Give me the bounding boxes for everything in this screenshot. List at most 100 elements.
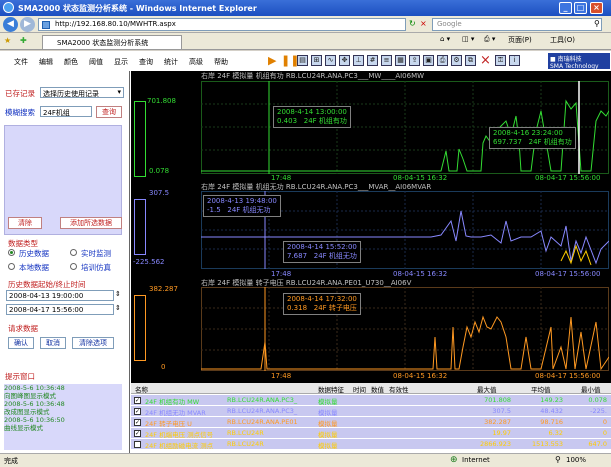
log-line: 向图峰图显示模式 [4, 392, 56, 400]
chart1-ymax: 701.808 [147, 97, 176, 105]
row-avg: 149.23 [540, 396, 563, 404]
col-min: 最小值 [581, 386, 601, 394]
add-favorite-icon[interactable]: ✚ [20, 36, 27, 45]
radio-history-label: 历史数据 [19, 249, 49, 258]
row-checkbox[interactable]: ✓ [134, 408, 141, 415]
tooltip-time: 2008-4-14 13:00:00 [277, 108, 347, 116]
tooltip-time: 2008-4-16 23:24:00 [493, 129, 563, 137]
settings-icon[interactable]: ⚙ [451, 55, 462, 66]
forward-button[interactable]: ▶ [20, 17, 35, 32]
row-checkbox[interactable]: ✓ [134, 419, 141, 426]
start-time-input[interactable]: 2008-04-13 19:00:00 [6, 290, 114, 301]
export-icon[interactable]: ⇪ [409, 55, 420, 66]
table-header: 名称 数据特征 时间 数值 有效性 最大值 平均值 最小值 [131, 383, 611, 394]
col-value: 数值 [371, 386, 384, 394]
minimize-button[interactable]: _ [559, 2, 572, 14]
menu-display[interactable]: 显示 [114, 57, 128, 67]
table-icon[interactable]: ▦ [395, 55, 406, 66]
radio-realtime[interactable] [70, 249, 77, 256]
back-button[interactable]: ◀ [3, 17, 18, 32]
copy-icon[interactable]: ⧉ [465, 55, 476, 66]
row-avg: 98.716 [540, 418, 563, 426]
menu-color[interactable]: 颜色 [64, 57, 78, 67]
radio-train[interactable] [70, 263, 77, 270]
row-avg: 1513.553 [531, 440, 563, 448]
chart3-tooltip-1: 2008-4-14 17:32:00 0.318 24F 转子电压 [283, 293, 361, 315]
fuzzy-search-label: 模糊搜索 [5, 108, 35, 117]
measure-icon[interactable]: ⊥ [353, 55, 364, 66]
tooltip-name: 24F 机组无功 [227, 206, 271, 214]
tab-active[interactable]: SMA2000 状态监测分析系统 [42, 35, 182, 49]
play-icon[interactable]: ▶ [268, 54, 276, 67]
address-bar-row: ◀ ▶ http://192.168.80.10/MWHTR.aspx ↻ × … [0, 16, 611, 33]
table-row[interactable]: ✓ 24F 机组无功 MVAR RB.LCU24R.ANA.PC3_ 模拟量 307.5… [131, 406, 611, 417]
end-time-input[interactable]: 2008-04-17 15:56:00 [6, 304, 114, 315]
cursor-icon[interactable]: ✥ [339, 55, 350, 66]
row-min: 0 [602, 418, 607, 426]
menu-file[interactable]: 文件 [14, 57, 28, 67]
fuzzy-search-input[interactable]: 24F机组 [40, 106, 92, 117]
chart2-tooltip-2: 2008-4-14 15:52:00 7.687 24F 机组无功 [283, 241, 361, 263]
tools-menu[interactable]: 工具(O) [550, 35, 575, 48]
radio-local[interactable] [8, 263, 15, 270]
radio-realtime-label: 实时监测 [81, 249, 111, 258]
print-chart-icon[interactable]: ⎙ [437, 55, 448, 66]
zone-text: Internet [462, 456, 490, 464]
table-row[interactable]: 24F 机组励磁电流 测点 RB.LCU24R 模拟量 2866.923 1513.55… [131, 439, 611, 450]
close-button[interactable]: × [590, 2, 603, 14]
feed-icon[interactable]: ◫ ▾ [462, 35, 474, 48]
info-icon[interactable]: i [509, 55, 520, 66]
stop-icon[interactable]: × [420, 19, 428, 29]
menu-query[interactable]: 查询 [139, 57, 153, 67]
row-tag: RB.LCU24R.ANA.PE01 [227, 418, 298, 426]
grid-icon[interactable]: # [367, 55, 378, 66]
row-checkbox[interactable] [134, 441, 141, 448]
chart1-xstart: 17:48 [271, 174, 292, 182]
clear-button[interactable]: 清除 [8, 217, 42, 229]
spinner-icon[interactable]: ⇕ [115, 290, 121, 298]
table-row[interactable]: ✓ 24F 机端电压 测点信号 RB.LCU24R 模拟量 19.97 6.32 0 [131, 428, 611, 439]
menu-edit[interactable]: 编辑 [39, 57, 53, 67]
chart2-scale-bar [134, 199, 146, 255]
menu-threshold[interactable]: 阈值 [89, 57, 103, 67]
cancel-button[interactable]: 取消 [40, 337, 66, 349]
refresh-icon[interactable]: ↻ [409, 19, 417, 29]
confirm-button[interactable]: 确认 [8, 337, 34, 349]
curve-icon[interactable]: ∿ [325, 55, 336, 66]
maximize-button[interactable]: □ [574, 2, 587, 14]
home-icon[interactable]: ⌂ ▾ [440, 35, 450, 48]
zoom-icon[interactable]: ⚲ [555, 455, 561, 464]
add-selected-button[interactable]: 添加所选数据 [60, 217, 122, 229]
address-input[interactable]: http://192.168.80.10/MWHTR.aspx [38, 18, 406, 31]
save-icon[interactable]: ▣ [423, 55, 434, 66]
table-row[interactable]: ✓ 24F 转子电压 U RB.LCU24R.ANA.PE01 模拟量 382.287 9… [131, 417, 611, 428]
row-checkbox[interactable]: ✓ [134, 397, 141, 404]
delete-icon[interactable]: × [480, 53, 491, 68]
menu-help[interactable]: 帮助 [214, 57, 228, 67]
row-tag: RB.LCU24R [227, 429, 264, 437]
tooltip-time: 2008-4-14 17:32:00 [287, 295, 357, 303]
favorites-icon[interactable]: ★ [4, 36, 11, 45]
menu-stats[interactable]: 统计 [164, 57, 178, 67]
print-icon[interactable]: ⎙ ▾ [484, 35, 495, 48]
zoom-icon[interactable]: ⊞ [311, 55, 322, 66]
spinner-icon[interactable]: ⇕ [115, 304, 121, 312]
chart-icon[interactable]: ▤ [297, 55, 308, 66]
lock-icon[interactable]: ⚿ [495, 55, 506, 66]
compare-icon[interactable]: ≡ [381, 55, 392, 66]
search-button[interactable]: 查询 [96, 106, 122, 118]
clear-options-button[interactable]: 清除选项 [72, 337, 114, 349]
table-row[interactable]: ✓ 24F 机组有功 MW RB.LCU24R.ANA.PC3_ 模拟量 701.808… [131, 395, 611, 406]
globe-icon: ⊕ [450, 455, 458, 465]
row-checkbox[interactable]: ✓ [134, 430, 141, 437]
chart3-plot[interactable] [201, 287, 609, 371]
search-input[interactable]: Google [432, 18, 602, 31]
menu-advanced[interactable]: 高级 [189, 57, 203, 67]
row-min: 0 [602, 429, 607, 437]
saved-records-select[interactable]: 选择历史使用记录 ▾ [40, 87, 124, 98]
page-menu[interactable]: 页面(P) [508, 35, 532, 48]
chart1-tooltip-2: 2008-4-16 23:24:00 697.737 24F 机组有功 [489, 127, 576, 149]
radio-history[interactable] [8, 249, 15, 256]
zoom-level[interactable]: 100% [566, 456, 586, 464]
search-icon[interactable]: ⚲ [594, 19, 600, 28]
